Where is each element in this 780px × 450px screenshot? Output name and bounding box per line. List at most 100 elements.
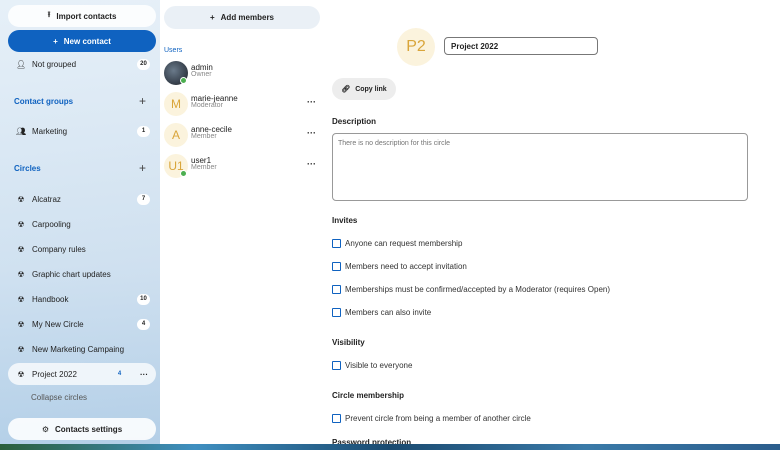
online-status-icon xyxy=(180,77,187,84)
circle-icon: ☢ xyxy=(17,244,25,254)
plus-icon: + xyxy=(53,36,58,46)
add-members-label: Add members xyxy=(220,13,275,22)
nav-item-not-grouped[interactable]: 👤︎ Not grouped 20 xyxy=(8,53,156,75)
member-row[interactable]: U1 user1 Member ··· xyxy=(164,154,322,180)
checkbox-icon xyxy=(332,285,341,294)
nav-item-marketing[interactable]: 👥︎ Marketing 1 xyxy=(8,120,156,142)
circles-header: Circles + xyxy=(14,161,148,175)
nav-item-label: Project 2022 xyxy=(32,369,77,379)
member-actions-icon[interactable]: ··· xyxy=(307,97,316,107)
member-actions-icon[interactable]: ··· xyxy=(307,159,316,169)
nav-item-circle-active[interactable]: ☢ Project 2022 4 ··· xyxy=(8,363,156,385)
nav-item-circle[interactable]: ☢ Company rules xyxy=(8,238,156,260)
navigation-sidebar: ⭱ Import contacts + New contact 👤︎ Not g… xyxy=(0,0,160,446)
users-section-label: Users xyxy=(164,47,183,54)
checkbox-label: Members can also invite xyxy=(345,308,432,317)
member-role: Member xyxy=(191,133,217,140)
count-badge: 20 xyxy=(137,58,150,70)
checkbox-icon xyxy=(332,308,341,317)
checkbox-label: Memberships must be confirmed/accepted b… xyxy=(345,285,611,294)
nav-item-circle[interactable]: ☢ Graphic chart updates xyxy=(8,263,156,285)
member-role: Member xyxy=(191,164,217,171)
membership-checkbox[interactable]: Prevent circle from being a member of an… xyxy=(332,414,531,423)
member-row[interactable]: A anne-cecile Member ··· xyxy=(164,123,322,149)
online-status-icon xyxy=(180,170,187,177)
checkbox-label: Anyone can request membership xyxy=(345,239,463,248)
description-heading: Description xyxy=(332,117,377,126)
collapse-circles-link[interactable]: Collapse circles xyxy=(31,393,87,402)
checkbox-icon xyxy=(332,361,341,370)
invite-option-checkbox[interactable]: Anyone can request membership xyxy=(332,239,462,248)
member-actions-icon[interactable]: ··· xyxy=(307,128,316,138)
contacts-settings-label: Contacts settings xyxy=(55,424,123,434)
link-icon: 🔗︎ xyxy=(341,86,351,93)
circle-name-input[interactable] xyxy=(444,37,598,55)
add-circle-icon[interactable]: + xyxy=(139,161,146,175)
nav-item-label: Marketing xyxy=(32,126,68,136)
more-actions-icon[interactable]: ··· xyxy=(140,370,148,379)
circle-icon: ☢ xyxy=(17,319,25,329)
count-badge: 10 xyxy=(137,293,150,305)
visibility-checkbox[interactable]: Visible to everyone xyxy=(332,361,412,370)
checkbox-icon xyxy=(332,414,341,423)
nav-item-label: Alcatraz xyxy=(32,194,61,204)
circle-avatar: P2 xyxy=(397,28,435,66)
nav-item-label: Company rules xyxy=(32,244,86,254)
member-role: Moderator xyxy=(191,102,223,109)
nav-item-circle[interactable]: ☢ Handbook 10 xyxy=(8,288,156,310)
checkbox-label: Members need to accept invitation xyxy=(345,262,467,271)
member-row[interactable]: M marie-jeanne Moderator ··· xyxy=(164,92,322,118)
circle-icon: ☢ xyxy=(17,194,25,204)
contact-groups-title: Contact groups xyxy=(14,96,74,106)
nav-item-label: New Marketing Campaing xyxy=(32,344,125,354)
nav-item-circle[interactable]: ☢ Carpooling xyxy=(8,213,156,235)
member-role: Owner xyxy=(191,71,212,78)
circles-title: Circles xyxy=(14,163,41,173)
invite-option-checkbox[interactable]: Members can also invite xyxy=(332,308,431,317)
import-contacts-button[interactable]: ⭱ Import contacts xyxy=(8,5,156,27)
avatar: M xyxy=(164,92,188,116)
count-badge: 1 xyxy=(137,125,150,137)
checkbox-icon xyxy=(332,262,341,271)
nav-item-circle[interactable]: ☢ New Marketing Campaing xyxy=(8,338,156,360)
circle-icon: ☢ xyxy=(17,269,25,279)
group-icon: 👥︎ xyxy=(16,126,27,136)
new-contact-button[interactable]: + New contact xyxy=(8,30,156,52)
import-contacts-label: Import contacts xyxy=(56,11,117,21)
checkbox-icon xyxy=(332,239,341,248)
circle-icon: ☢ xyxy=(17,294,25,304)
person-icon: 👤︎ xyxy=(16,59,27,69)
circle-icon: ☢ xyxy=(17,369,25,379)
invites-heading: Invites xyxy=(332,216,358,225)
checkbox-label: Prevent circle from being a member of an… xyxy=(345,414,531,423)
invite-option-checkbox[interactable]: Members need to accept invitation xyxy=(332,262,467,271)
nav-item-label: My New Circle xyxy=(32,319,84,329)
members-column: ☰ + Add members Users admin Owner M mari… xyxy=(160,0,325,446)
circle-membership-heading: Circle membership xyxy=(332,391,405,400)
upload-icon: ⭱ xyxy=(47,10,51,19)
count-badge: 4 xyxy=(137,318,150,330)
nav-item-label: Graphic chart updates xyxy=(32,269,111,279)
nav-item-label: Not grouped xyxy=(32,59,77,69)
member-row[interactable]: admin Owner xyxy=(164,61,322,87)
circle-icon: ☢ xyxy=(17,344,25,354)
gear-icon: ⚙ xyxy=(41,424,50,434)
nav-item-circle[interactable]: ☢ My New Circle 4 xyxy=(8,313,156,335)
desktop-background-strip xyxy=(0,444,780,450)
nav-item-label: Handbook xyxy=(32,294,69,304)
add-members-button[interactable]: + Add members xyxy=(164,6,320,29)
nav-item-label: Carpooling xyxy=(32,219,71,229)
nav-item-circle[interactable]: ☢ Alcatraz 7 xyxy=(8,188,156,210)
circle-icon: ☢ xyxy=(17,219,25,229)
contacts-settings-button[interactable]: ⚙ Contacts settings xyxy=(8,418,156,440)
invite-option-checkbox[interactable]: Memberships must be confirmed/accepted b… xyxy=(332,285,610,294)
count-badge: 7 xyxy=(137,193,150,205)
plus-icon: + xyxy=(209,13,215,22)
count-badge: 4 xyxy=(117,371,122,377)
circle-details-pane: P2 🔗︎ Copy link Description Invites Anyo… xyxy=(325,0,780,447)
avatar: A xyxy=(164,123,188,147)
copy-link-button[interactable]: 🔗︎ Copy link xyxy=(332,78,396,100)
add-group-icon[interactable]: + xyxy=(139,94,146,108)
description-field[interactable] xyxy=(332,133,748,201)
visibility-heading: Visibility xyxy=(332,338,365,347)
